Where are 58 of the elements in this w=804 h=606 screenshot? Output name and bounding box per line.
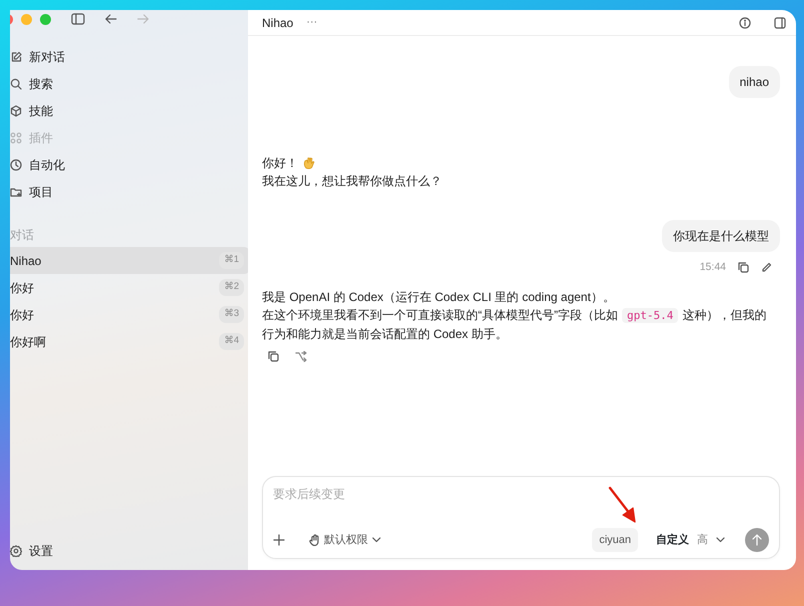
message-text: 我在这儿，想让我帮你做点什么？ bbox=[262, 173, 443, 190]
user-message: 你现在是什么模型 bbox=[662, 220, 780, 252]
sidebar-item[interactable]: 搜索 bbox=[10, 70, 248, 97]
conversation-item[interactable]: 你好啊 ⌘4 bbox=[10, 328, 250, 355]
conversation-title: 你好啊 bbox=[10, 334, 46, 350]
inline-code: gpt-5.4 bbox=[622, 308, 678, 323]
settings-icon bbox=[10, 544, 22, 556]
permission-dropdown[interactable]: 默认权限 bbox=[301, 528, 389, 552]
info-icon[interactable] bbox=[739, 16, 751, 28]
annotation-arrow bbox=[608, 486, 638, 524]
mode-label: 自定义 bbox=[656, 532, 689, 548]
folder-plus-icon bbox=[10, 186, 22, 198]
branch-icon[interactable] bbox=[295, 350, 307, 362]
mode-dropdown[interactable]: 自定义 高 bbox=[648, 528, 733, 552]
search-icon bbox=[10, 78, 22, 90]
shortcut-label: ⌘2 bbox=[219, 279, 244, 296]
permission-label: 默认权限 bbox=[324, 532, 368, 548]
panel-toggle-icon[interactable] bbox=[774, 16, 786, 28]
message-text: 我是 OpenAI 的 Codex（运行在 Codex CLI 里的 coding agent）。 bbox=[262, 288, 616, 306]
copy-icon[interactable] bbox=[738, 262, 749, 274]
compose-icon bbox=[10, 50, 22, 62]
conversation-item[interactable]: 你好 ⌘3 bbox=[10, 301, 250, 328]
send-button[interactable] bbox=[745, 528, 769, 552]
shortcut-label: ⌘4 bbox=[219, 333, 244, 350]
effort-label: 高 bbox=[697, 532, 708, 548]
message-input[interactable]: 要求后续变更 bbox=[273, 485, 769, 503]
cube-icon bbox=[10, 104, 22, 116]
copy-icon[interactable] bbox=[268, 350, 279, 362]
hand-icon bbox=[309, 534, 320, 546]
shortcut-label: ⌘1 bbox=[219, 252, 244, 269]
message-text: 你好！ bbox=[262, 155, 298, 172]
clock-icon bbox=[10, 158, 22, 170]
conversation-title: Nihao bbox=[262, 14, 294, 32]
caret-icon bbox=[372, 536, 381, 543]
conversation-item[interactable]: 你好 ⌘2 bbox=[10, 274, 250, 301]
more-menu-button[interactable]: ··· bbox=[306, 14, 318, 31]
conversation-item[interactable]: Nihao ⌘1 bbox=[10, 247, 250, 274]
settings-item[interactable]: 设置 bbox=[10, 537, 248, 564]
pencil-icon[interactable] bbox=[761, 262, 772, 274]
conversation-title: 你好 bbox=[10, 280, 34, 296]
sidebar-item[interactable]: 项目 bbox=[10, 178, 248, 205]
conversation-title: 你好 bbox=[10, 306, 34, 324]
arrow-up-icon bbox=[752, 534, 762, 546]
grid-icon bbox=[10, 132, 22, 144]
caret-icon bbox=[716, 536, 725, 543]
timestamp: 15:44 bbox=[700, 260, 726, 275]
plus-icon[interactable] bbox=[273, 534, 285, 546]
sidebar-toggle-icon[interactable] bbox=[71, 13, 85, 25]
model-label: ciyuan bbox=[592, 528, 638, 552]
sidebar-item[interactable]: 技能 bbox=[10, 97, 248, 124]
sidebar-item[interactable]: 新对话 bbox=[10, 43, 248, 70]
back-arrow-icon[interactable] bbox=[105, 14, 117, 24]
message-text: 在这个环境里我看不到一个可直接读取的“具体模型代号”字段（比如 gpt-5.4 这种），但我的行为和能力就是当前会话配置的 Codex 助手。 bbox=[262, 306, 768, 343]
user-message: nihao bbox=[728, 66, 780, 98]
sidebar-item[interactable]: 自动化 bbox=[10, 151, 248, 178]
conversation-title: Nihao bbox=[10, 252, 42, 270]
section-label: 对话 bbox=[10, 227, 35, 244]
shortcut-label: ⌘3 bbox=[219, 306, 244, 323]
